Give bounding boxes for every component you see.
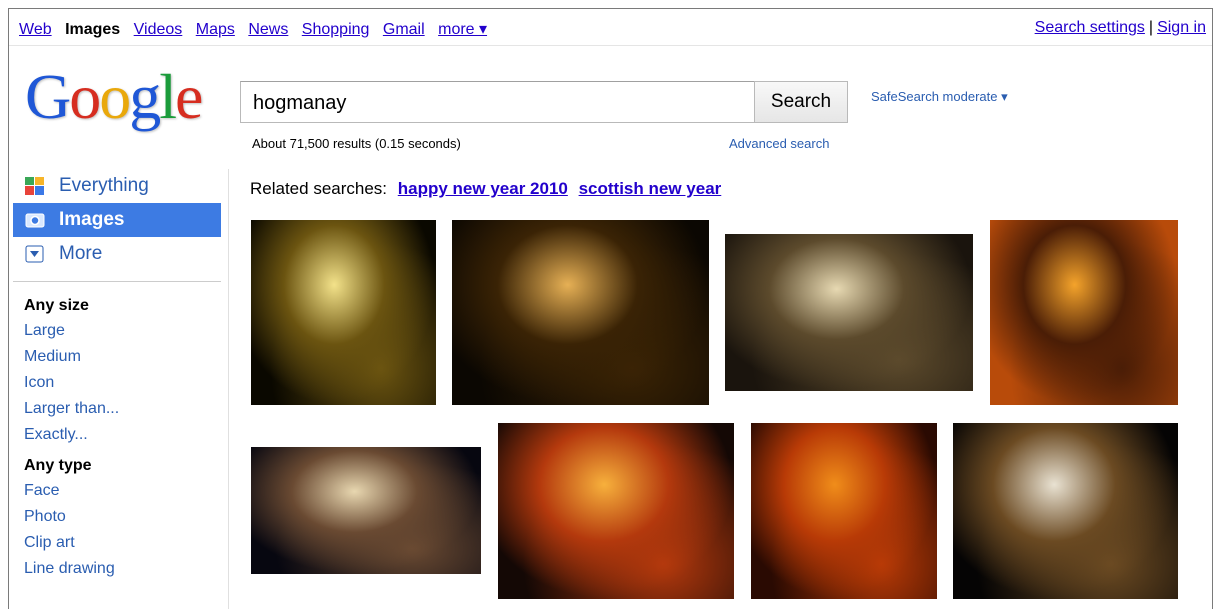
size-filter-exactly[interactable]: Exactly... — [9, 422, 229, 448]
nav-web-link[interactable]: Web — [19, 21, 52, 38]
image-result[interactable] — [725, 234, 973, 391]
type-filter-clip-art[interactable]: Clip art — [9, 530, 229, 556]
top-right-links: Search settings | Sign in — [1035, 19, 1206, 37]
size-filter-heading: Any size — [24, 297, 89, 314]
sidebar-divider — [13, 281, 221, 282]
type-filter-heading: Any type — [24, 457, 92, 474]
search-input[interactable]: hogmanay — [240, 81, 755, 123]
type-filter-face[interactable]: Face — [9, 478, 229, 504]
top-nav-bar: Web Images Videos Maps News Shopping Gma… — [9, 9, 1212, 46]
sidebar-item-everything[interactable]: Everything — [9, 169, 229, 203]
dropdown-icon — [25, 245, 44, 263]
logo-letter: o — [99, 61, 131, 132]
image-result[interactable] — [953, 423, 1178, 599]
nav-maps-link[interactable]: Maps — [196, 21, 235, 38]
browser-frame: Web Images Videos Maps News Shopping Gma… — [8, 8, 1213, 609]
image-result[interactable] — [498, 423, 734, 599]
size-filter-icon[interactable]: Icon — [9, 370, 229, 396]
type-filter-line-drawing[interactable]: Line drawing — [9, 556, 229, 582]
image-result[interactable] — [990, 220, 1178, 405]
nav-news-link[interactable]: News — [248, 21, 288, 38]
search-settings-link[interactable]: Search settings — [1035, 19, 1145, 36]
image-result[interactable] — [751, 423, 937, 599]
left-sidebar: Everything Images More Any size Large Me… — [9, 169, 229, 582]
image-result[interactable] — [452, 220, 709, 405]
logo-letter: e — [175, 61, 203, 132]
sidebar-item-label: Everything — [59, 175, 149, 196]
nav-more-link[interactable]: more ▾ — [438, 21, 487, 38]
nav-gmail-link[interactable]: Gmail — [383, 21, 425, 38]
size-filter-larger-than[interactable]: Larger than... — [9, 396, 229, 422]
search-button[interactable]: Search — [754, 81, 848, 123]
sidebar-item-label: More — [59, 243, 103, 264]
related-search-link[interactable]: scottish new year — [579, 179, 722, 198]
image-result[interactable] — [251, 220, 436, 405]
related-searches: Related searches: happy new year 2010 sc… — [250, 179, 721, 199]
logo-letter: G — [25, 61, 71, 132]
camera-icon — [25, 213, 45, 228]
logo-letter: o — [69, 61, 101, 132]
result-stats: About 71,500 results (0.15 seconds) — [252, 136, 461, 151]
link-separator: | — [1148, 19, 1154, 36]
safesearch-dropdown[interactable]: SafeSearch moderate ▾ — [871, 89, 1008, 105]
top-nav-links: Web Images Videos Maps News Shopping Gma… — [19, 19, 496, 39]
sidebar-item-images[interactable]: Images — [13, 203, 221, 237]
related-search-link[interactable]: happy new year 2010 — [398, 179, 568, 198]
sidebar-item-more[interactable]: More — [9, 237, 229, 271]
sign-in-link[interactable]: Sign in — [1157, 19, 1206, 36]
nav-videos-link[interactable]: Videos — [134, 21, 183, 38]
nav-shopping-link[interactable]: Shopping — [302, 21, 370, 38]
logo-letter: g — [129, 61, 161, 132]
logo-letter: l — [159, 61, 177, 132]
size-filter-large[interactable]: Large — [9, 318, 229, 344]
everything-icon — [25, 177, 44, 195]
sidebar-item-label: Images — [59, 209, 125, 230]
related-searches-label: Related searches: — [250, 179, 388, 198]
image-result[interactable] — [251, 447, 481, 574]
advanced-search-link[interactable]: Advanced search — [729, 136, 829, 151]
size-filter-medium[interactable]: Medium — [9, 344, 229, 370]
google-logo[interactable]: Google — [25, 61, 203, 133]
nav-images-current: Images — [65, 21, 121, 38]
type-filter-photo[interactable]: Photo — [9, 504, 229, 530]
